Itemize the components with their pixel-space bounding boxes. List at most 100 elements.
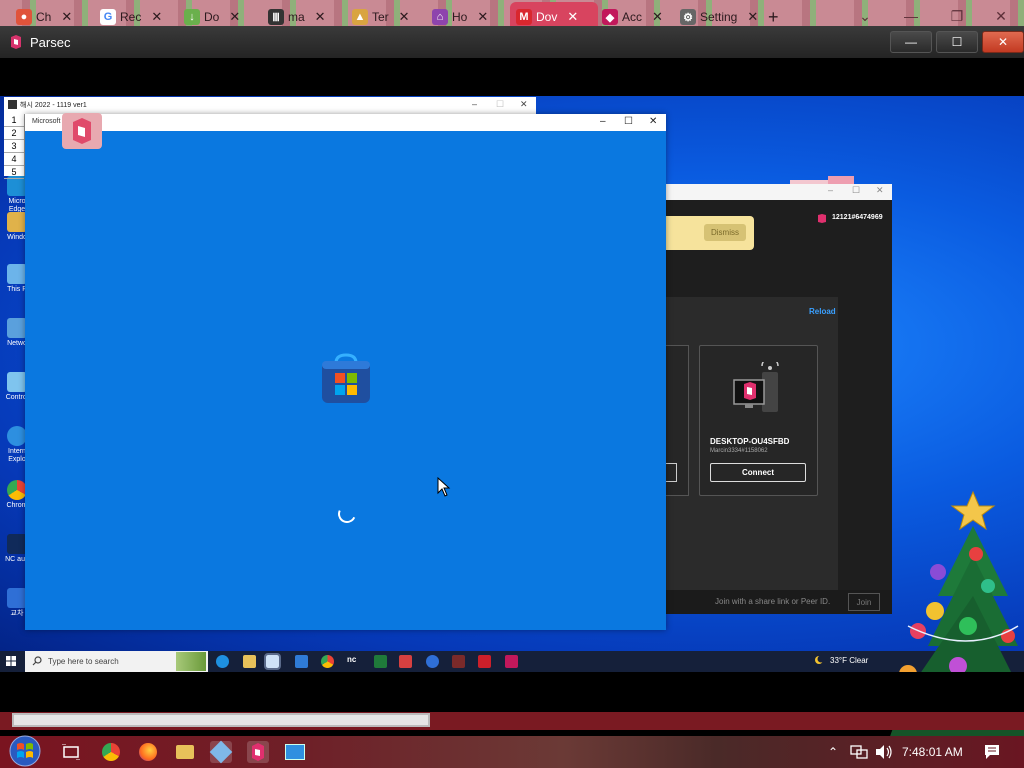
taskbar-tool[interactable]: [209, 740, 233, 764]
parsec-icon[interactable]: [505, 655, 518, 668]
close-icon[interactable]: ✕: [61, 9, 72, 25]
store-bag-icon: [322, 353, 370, 403]
parsec-icon: ◆: [602, 9, 618, 25]
clock[interactable]: 7:48:01 AM: [902, 745, 963, 759]
app-icon[interactable]: [452, 655, 465, 668]
store-window-titlebar[interactable]: [25, 114, 666, 131]
parsec-logo-icon: [818, 214, 826, 223]
store-icon[interactable]: [264, 653, 281, 670]
volume-icon[interactable]: [875, 744, 893, 760]
close-icon[interactable]: ✕: [477, 9, 488, 25]
edge-icon: [7, 176, 27, 196]
minimize-button[interactable]: –: [472, 99, 477, 109]
minimize-button[interactable]: –: [828, 185, 833, 195]
home-icon: ⌂: [432, 9, 448, 25]
minimize-button[interactable]: —: [890, 31, 932, 53]
mouse-cursor-icon: [437, 477, 451, 497]
app-window-icon: [285, 744, 305, 760]
firefox-icon: [139, 743, 157, 761]
device-user: Marcin3334#1158062: [710, 448, 768, 454]
reload-link[interactable]: Reload: [809, 307, 836, 316]
parsec-logo-icon: [73, 118, 91, 144]
taskbar-app[interactable]: [284, 741, 306, 763]
maximize-button[interactable]: ☐: [936, 31, 978, 53]
row-number: 4: [4, 153, 24, 166]
excel-icon[interactable]: [374, 655, 387, 668]
close-icon[interactable]: ✕: [747, 9, 758, 25]
search-highlight-image: [176, 652, 206, 671]
window-title: Parsec: [30, 35, 71, 50]
device-name: DESKTOP-OU4SFBD: [710, 437, 790, 446]
nc-icon[interactable]: nc: [347, 655, 360, 668]
taskbar-parsec[interactable]: [247, 741, 269, 763]
row-number: 3: [4, 140, 24, 153]
folder-icon: [176, 745, 194, 759]
window-title: 해시 2022 - 1119 ver1: [20, 102, 87, 109]
control-panel-icon: [7, 372, 27, 392]
row-number: 5: [4, 166, 24, 179]
maximize-button[interactable]: ☐: [624, 116, 633, 127]
connect-button[interactable]: Connect: [710, 463, 806, 482]
parsec-overlay-icon[interactable]: [62, 113, 102, 149]
app-icon: [8, 100, 17, 109]
computer-icon: [7, 264, 27, 284]
app-icon[interactable]: [399, 655, 412, 668]
action-center-icon[interactable]: [984, 744, 1000, 760]
edge-icon[interactable]: [216, 655, 229, 668]
show-hidden-icons-button[interactable]: ⌃: [828, 745, 838, 759]
maximize-button[interactable]: ☐: [852, 185, 860, 196]
close-icon[interactable]: ✕: [567, 9, 578, 25]
close-button[interactable]: ✕: [520, 99, 528, 110]
museum-icon: Ⅲ: [268, 9, 284, 25]
google-icon: G: [100, 9, 116, 25]
chrome-icon: ●: [16, 9, 32, 25]
taskbar-firefox[interactable]: [137, 741, 159, 763]
weather-moon-icon: [815, 655, 824, 664]
scrollbar-thumb[interactable]: [12, 713, 430, 727]
mail-icon[interactable]: [295, 655, 308, 668]
nc-icon: [7, 534, 27, 554]
row-number: 2: [4, 127, 24, 140]
task-view-icon: [62, 744, 80, 760]
app-icon: [7, 588, 27, 608]
internet-explorer-icon: [7, 426, 27, 446]
maximize-button[interactable]: ☐: [496, 99, 504, 110]
search-icon: [32, 656, 42, 666]
chrome-icon[interactable]: [321, 655, 334, 668]
close-icon[interactable]: ✕: [229, 9, 240, 25]
file-explorer-icon[interactable]: [243, 655, 256, 668]
app-icon[interactable]: [426, 655, 439, 668]
terms-icon: ▲: [352, 9, 368, 25]
network-icon: [7, 318, 27, 338]
minimize-button[interactable]: –: [600, 116, 606, 127]
gear-icon: ⚙: [680, 9, 696, 25]
close-icon[interactable]: ✕: [399, 9, 410, 25]
close-button[interactable]: ✕: [982, 31, 1024, 53]
parsec-titlebar[interactable]: [0, 26, 1024, 58]
close-button[interactable]: ✕: [876, 185, 884, 196]
connect-button[interactable]: [666, 463, 677, 482]
weather-text[interactable]: 33°F Clear: [830, 656, 868, 665]
parsec-icon: [252, 743, 264, 761]
close-button[interactable]: ✕: [649, 116, 657, 127]
chrome-icon: [7, 480, 27, 500]
close-icon[interactable]: ✕: [315, 9, 326, 25]
chrome-icon: [102, 743, 120, 761]
parsec-letterbox: [0, 672, 1024, 712]
network-icon[interactable]: [850, 744, 868, 760]
row-headers: 1 2 3 4 5: [4, 114, 25, 179]
taskbar-explorer[interactable]: [174, 741, 196, 763]
task-view-button[interactable]: [60, 741, 82, 763]
windows-start-orb-icon[interactable]: [6, 734, 44, 768]
pdf-icon[interactable]: [478, 655, 491, 668]
monitor-icon: [733, 362, 779, 412]
windows-start-icon[interactable]: [6, 656, 16, 666]
search-placeholder: Type here to search: [48, 657, 119, 666]
taskbar-chrome[interactable]: [100, 741, 122, 763]
dismiss-button[interactable]: Dismiss: [704, 224, 746, 241]
tool-icon: [209, 740, 233, 764]
close-icon[interactable]: ✕: [652, 9, 663, 25]
peer-id: 12121#6474969: [832, 214, 883, 221]
close-icon[interactable]: ✕: [151, 9, 162, 25]
window-edge: [828, 176, 854, 184]
